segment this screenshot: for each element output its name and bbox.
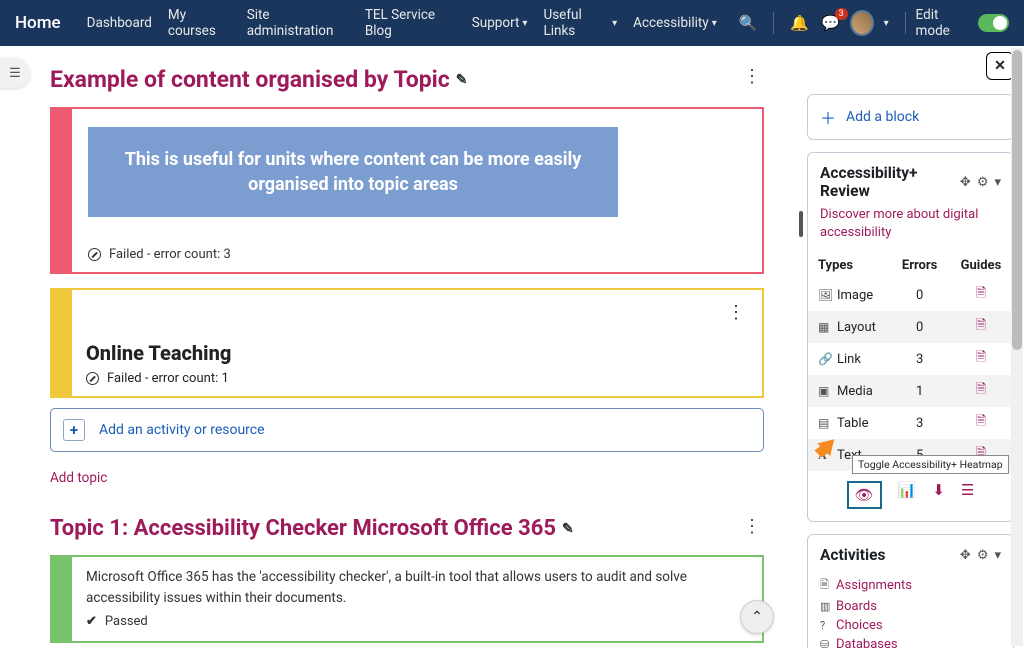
activity-databases[interactable]: ⛁Databases	[820, 635, 1001, 648]
table-row: 🖼Image0🗎	[808, 279, 1013, 311]
guide-link[interactable]: 🗎	[949, 375, 1013, 407]
move-icon[interactable]: ✥	[960, 548, 971, 563]
nav-siteadmin[interactable]: Site administration	[247, 7, 349, 39]
choice-icon: ?	[820, 619, 836, 632]
activity-title[interactable]: Online Teaching	[86, 341, 748, 365]
gear-icon[interactable]: ⚙	[977, 548, 989, 563]
right-sidebar: ✕ ＋ Add a block Accessibility+ Review ✥ …	[799, 46, 1024, 648]
nav-dashboard[interactable]: Dashboard	[87, 15, 152, 31]
chevron-down-icon: ▾	[712, 18, 717, 29]
media-icon: ▣	[818, 384, 832, 398]
board-icon: ▥	[820, 600, 836, 613]
scroll-top-button[interactable]: ⌃	[740, 600, 774, 634]
guide-link[interactable]: 🗎	[949, 311, 1013, 343]
section-menu[interactable]: ⋮	[739, 516, 764, 537]
gear-icon[interactable]: ⚙	[977, 175, 989, 190]
chart-icon[interactable]: 📊	[898, 481, 917, 509]
avatar[interactable]	[850, 10, 874, 36]
bell-icon[interactable]: 🔔	[790, 14, 809, 32]
database-icon: ⛁	[820, 638, 836, 648]
th-types: Types	[808, 252, 890, 279]
chevron-down-icon: ▾	[522, 18, 527, 29]
chevron-down-icon: ▾	[612, 18, 617, 29]
add-topic-link[interactable]: Add topic	[50, 470, 764, 486]
chevron-down-icon[interactable]: ▾	[994, 175, 1001, 190]
download-icon[interactable]: ⬇	[932, 481, 945, 509]
scrollbar[interactable]	[1011, 48, 1023, 646]
pencil-icon[interactable]: ✎	[562, 521, 574, 537]
table-row: ▤Table3🗎	[808, 407, 1013, 439]
guide-link[interactable]: 🗎	[949, 343, 1013, 375]
card-online-teaching: ⋮ Online Teaching Failed - error count: …	[50, 288, 764, 398]
section-menu[interactable]: ⋮	[739, 66, 764, 87]
accessibility-table: Types Errors Guides 🖼Image0🗎 ▦Layout0🗎 🔗…	[808, 252, 1013, 471]
status-failed-2: Failed - error count: 1	[86, 371, 748, 386]
edit-mode-toggle[interactable]	[978, 14, 1009, 32]
plus-icon: +	[63, 419, 85, 441]
table-row: ▦Layout0🗎	[808, 311, 1013, 343]
table-row: 🔗Link3🗎	[808, 343, 1013, 375]
notification-badge: 3	[835, 8, 848, 20]
guide-link[interactable]: 🗎	[949, 407, 1013, 439]
block-title: Accessibility+ Review	[820, 164, 954, 200]
scrollbar-thumb[interactable]	[1012, 50, 1022, 350]
table-row: ▣Media1🗎	[808, 375, 1013, 407]
add-block-button[interactable]: ＋ Add a block	[807, 94, 1014, 140]
activity-boards[interactable]: ▥Boards	[820, 597, 1001, 616]
th-guides: Guides	[949, 252, 1013, 279]
close-drawer-button[interactable]: ✕	[986, 52, 1014, 80]
edit-mode-label: Edit mode	[916, 7, 971, 39]
chevron-down-icon[interactable]: ▾	[994, 548, 1001, 563]
drawer-toggle[interactable]: ☰	[0, 58, 30, 88]
heatmap-toggle[interactable]: 👁	[847, 481, 882, 509]
move-icon[interactable]: ✥	[960, 175, 971, 190]
add-activity-button[interactable]: + Add an activity or resource	[50, 408, 764, 452]
list-icon[interactable]: ☰	[961, 481, 974, 509]
top-nav: Home Dashboard My courses Site administr…	[0, 0, 1024, 46]
status-failed: Failed - error count: 3	[88, 247, 746, 262]
check-icon: ✔	[86, 612, 97, 632]
status-passed: ✔ Passed	[86, 612, 748, 632]
guide-link[interactable]: 🗎	[949, 279, 1013, 311]
prohibited-icon	[88, 248, 101, 261]
image-icon: 🖼	[818, 288, 832, 302]
section-title-topic1[interactable]: Topic 1: Accessibility Checker Microsoft…	[50, 516, 574, 541]
nav-mycourses[interactable]: My courses	[168, 7, 231, 39]
intro-banner: This is useful for units where content c…	[88, 127, 618, 217]
card-text: Microsoft Office 365 has the 'accessibil…	[86, 567, 748, 608]
nav-useful-links[interactable]: Useful Links▾	[543, 7, 617, 39]
card-failed-intro: This is useful for units where content c…	[50, 107, 764, 274]
user-menu-caret[interactable]: ▾	[884, 18, 889, 29]
nav-accessibility[interactable]: Accessibility▾	[633, 15, 717, 31]
heatmap-tooltip: Toggle Accessibility+ Heatmap	[852, 455, 1009, 474]
main-content: Example of content organised by Topic✎ ⋮…	[0, 46, 799, 648]
prohibited-icon	[86, 372, 99, 385]
block-title: Activities	[820, 546, 954, 564]
section-title-topic-example[interactable]: Example of content organised by Topic✎	[50, 66, 467, 93]
nav-tel-blog[interactable]: TEL Service Blog	[365, 7, 456, 39]
search-icon[interactable]: 🔍	[739, 14, 758, 32]
activity-assignments[interactable]: 🗎Assignments	[820, 574, 1001, 597]
card-passed-office365: Microsoft Office 365 has the 'accessibil…	[50, 555, 764, 643]
nav-support[interactable]: Support▾	[472, 15, 528, 31]
block-activities: Activities ✥ ⚙ ▾ 🗎Assignments ▥Boards ?C…	[807, 534, 1014, 648]
file-icon: 🗎	[820, 576, 836, 595]
activity-menu[interactable]: ⋮	[723, 302, 748, 323]
activity-choices[interactable]: ?Choices	[820, 616, 1001, 635]
discover-link[interactable]: Discover more about digital accessibilit…	[808, 206, 1013, 252]
plus-icon: ＋	[820, 105, 836, 129]
drawer-handle[interactable]	[799, 211, 803, 237]
layout-icon: ▦	[818, 320, 832, 334]
link-icon: 🔗	[818, 352, 832, 366]
chat-icon[interactable]: 💬3	[821, 14, 840, 32]
pencil-icon[interactable]: ✎	[456, 72, 468, 88]
table-icon: ▤	[818, 416, 832, 430]
brand-home[interactable]: Home	[15, 13, 61, 33]
th-errors: Errors	[890, 252, 949, 279]
